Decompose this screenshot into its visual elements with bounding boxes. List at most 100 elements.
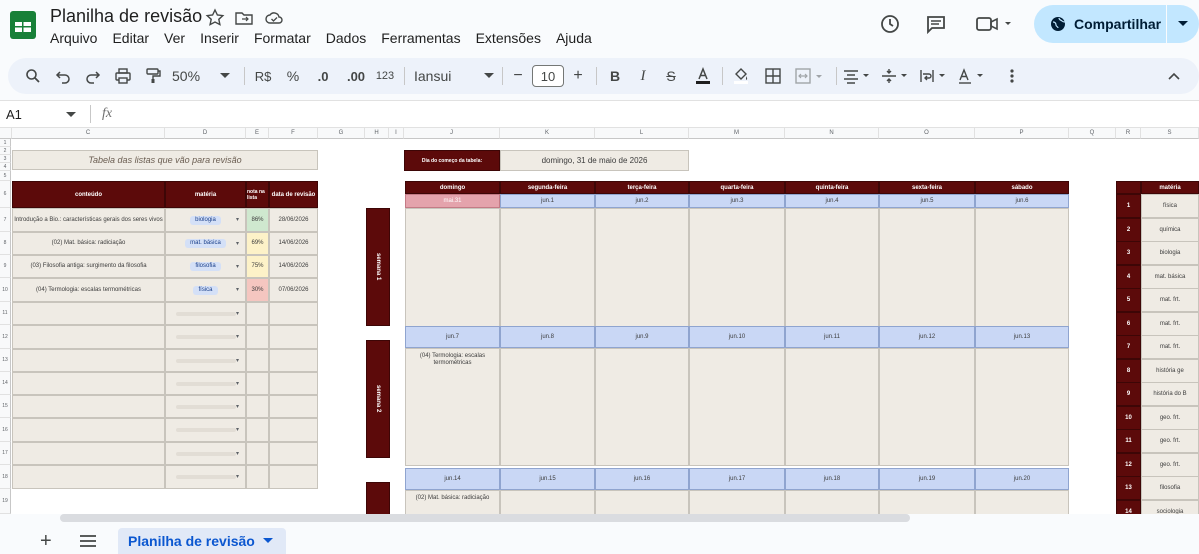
row-header[interactable]: 3 — [0, 155, 11, 163]
grade-cell[interactable]: 86% — [246, 208, 269, 232]
strikethrough-button[interactable]: S — [660, 65, 682, 87]
content-cell[interactable] — [12, 349, 165, 372]
column-header[interactable]: J — [404, 128, 500, 139]
column-header[interactable]: D — [165, 128, 246, 139]
row-header[interactable]: 6 — [0, 181, 11, 208]
date-cell[interactable] — [269, 325, 318, 349]
dropdown-arrow-icon[interactable]: ▾ — [236, 358, 242, 364]
search-menus-icon[interactable] — [22, 65, 44, 87]
column-header[interactable]: Q — [1069, 128, 1116, 139]
content-cell[interactable] — [12, 372, 165, 395]
subject-cell[interactable]: física — [165, 278, 246, 302]
decrease-decimal-button[interactable]: .0 — [310, 65, 336, 87]
row-header[interactable]: 8 — [0, 232, 11, 255]
menu-ajuda[interactable]: Ajuda — [556, 30, 592, 46]
menu-formatar[interactable]: Formatar — [254, 30, 311, 46]
right-subject-cell[interactable]: química — [1141, 218, 1199, 242]
date-cell[interactable] — [269, 349, 318, 372]
row-number-cell[interactable]: 4 — [1116, 265, 1141, 289]
date-cell[interactable] — [269, 395, 318, 418]
content-cell[interactable] — [12, 395, 165, 418]
calendar-entry-cell[interactable] — [689, 348, 785, 466]
sheets-logo-icon[interactable] — [8, 10, 38, 40]
calendar-date-cell[interactable]: jun.11 — [785, 326, 879, 348]
row-number-cell[interactable]: 7 — [1116, 335, 1141, 359]
column-header[interactable]: E — [246, 128, 269, 139]
calendar-entry-cell[interactable] — [975, 208, 1069, 340]
calendar-date-cell[interactable]: jun.17 — [689, 468, 785, 490]
content-cell[interactable] — [12, 325, 165, 349]
subject-cell[interactable]: mat. básica — [165, 232, 246, 255]
font-select[interactable]: Iansui — [414, 65, 494, 87]
calendar-entry-cell[interactable] — [500, 348, 595, 466]
left-table-title[interactable]: Tabela das listas que vão para revisão — [12, 150, 318, 170]
right-subject-cell[interactable]: filosofia — [1141, 476, 1199, 500]
right-subject-cell[interactable]: mat. frt. — [1141, 335, 1199, 359]
menu-dados[interactable]: Dados — [326, 30, 366, 46]
week-label[interactable]: semana 1 — [366, 208, 390, 326]
column-header[interactable]: M — [689, 128, 785, 139]
column-header[interactable]: P — [975, 128, 1069, 139]
column-header[interactable]: F — [269, 128, 318, 139]
row-header[interactable]: 7 — [0, 208, 11, 232]
borders-icon[interactable] — [762, 65, 784, 87]
currency-format-button[interactable]: R$ — [252, 65, 274, 87]
calendar-entry-cell[interactable] — [500, 490, 595, 514]
weekday-header[interactable]: domingo — [405, 181, 500, 194]
column-header[interactable]: L — [595, 128, 689, 139]
calendar-entry-cell[interactable] — [689, 490, 785, 514]
right-subject-cell[interactable]: mat. frt. — [1141, 288, 1199, 312]
calendar-date-cell[interactable]: jun.6 — [975, 194, 1069, 208]
column-header[interactable]: G — [318, 128, 365, 139]
menu-arquivo[interactable]: Arquivo — [50, 30, 97, 46]
calendar-date-cell[interactable]: mai.31 — [405, 194, 500, 208]
paint-format-icon[interactable] — [142, 65, 164, 87]
column-header[interactable]: K — [500, 128, 595, 139]
calendar-entry-cell[interactable] — [689, 208, 785, 340]
right-header-materia[interactable]: matéria — [1141, 181, 1199, 194]
row-number-cell[interactable]: 5 — [1116, 288, 1141, 312]
calendar-date-cell[interactable]: jun.9 — [595, 326, 689, 348]
formula-input[interactable] — [130, 105, 1190, 125]
row-header[interactable]: 10 — [0, 278, 11, 302]
column-header[interactable]: O — [879, 128, 975, 139]
menu-ver[interactable]: Ver — [164, 30, 185, 46]
meet-video-icon[interactable] — [974, 10, 1016, 38]
grade-cell[interactable]: 69% — [246, 232, 269, 255]
calendar-entry-cell[interactable] — [595, 348, 689, 466]
calendar-date-cell[interactable]: jun.16 — [595, 468, 689, 490]
grade-cell[interactable]: 30% — [246, 278, 269, 302]
calendar-date-cell[interactable]: jun.12 — [879, 326, 975, 348]
weekday-header[interactable]: sábado — [975, 181, 1069, 194]
row-header[interactable]: 1 — [0, 139, 11, 147]
calendar-date-cell[interactable]: jun.20 — [975, 468, 1069, 490]
grade-cell[interactable] — [246, 395, 269, 418]
calendar-entry-cell[interactable] — [595, 490, 689, 514]
calendar-date-cell[interactable]: jun.15 — [500, 468, 595, 490]
row-number-cell[interactable]: 1 — [1116, 194, 1141, 218]
week-label[interactable] — [366, 482, 390, 514]
calendar-date-cell[interactable]: jun.10 — [689, 326, 785, 348]
font-size-decrease-button[interactable]: − — [510, 65, 526, 87]
dropdown-arrow-icon[interactable]: ▾ — [236, 334, 242, 340]
calendar-entry-cell[interactable] — [595, 208, 689, 340]
bold-button[interactable]: B — [604, 65, 626, 87]
sheet-tab[interactable]: Planilha de revisão — [118, 528, 286, 554]
calendar-entry-cell[interactable] — [405, 208, 500, 340]
star-icon[interactable] — [205, 8, 225, 28]
grade-cell[interactable] — [246, 442, 269, 465]
weekday-header[interactable]: quinta-feira — [785, 181, 879, 194]
row-number-cell[interactable]: 8 — [1116, 359, 1141, 383]
menu-editar[interactable]: Editar — [112, 30, 149, 46]
right-subject-cell[interactable]: mat. frt. — [1141, 312, 1199, 336]
horizontal-align-icon[interactable] — [842, 65, 874, 87]
dropdown-arrow-icon[interactable]: ▾ — [236, 217, 242, 223]
row-header[interactable]: 11 — [0, 302, 11, 325]
date-cell[interactable]: 28/06/2026 — [269, 208, 318, 232]
undo-icon[interactable] — [52, 65, 74, 87]
date-cell[interactable] — [269, 465, 318, 489]
dropdown-arrow-icon[interactable]: ▾ — [236, 311, 242, 317]
row-number-cell[interactable]: 13 — [1116, 476, 1141, 500]
weekday-header[interactable]: sexta-feira — [879, 181, 975, 194]
calendar-entry-cell[interactable] — [500, 208, 595, 340]
